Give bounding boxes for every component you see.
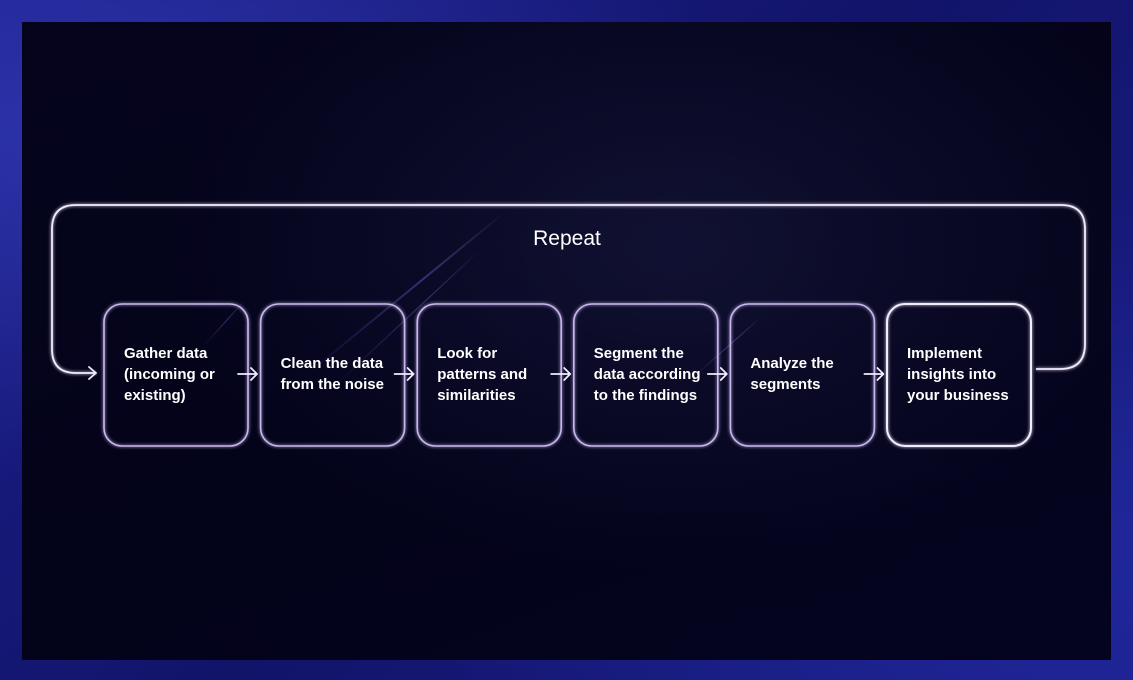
step-label-2: Clean the data from the noise — [280, 355, 384, 393]
step-label-6: Implement insights into your business — [907, 344, 1009, 404]
repeat-label: Repeat — [533, 227, 601, 250]
step-label-3: Look for patterns and similarities — [437, 344, 528, 404]
step-label-1: Gather data (incoming or existing) — [124, 344, 215, 404]
step-label-4: Segment the data according to the findin… — [593, 344, 701, 404]
step-label-5: Analyze the segments — [750, 355, 834, 393]
